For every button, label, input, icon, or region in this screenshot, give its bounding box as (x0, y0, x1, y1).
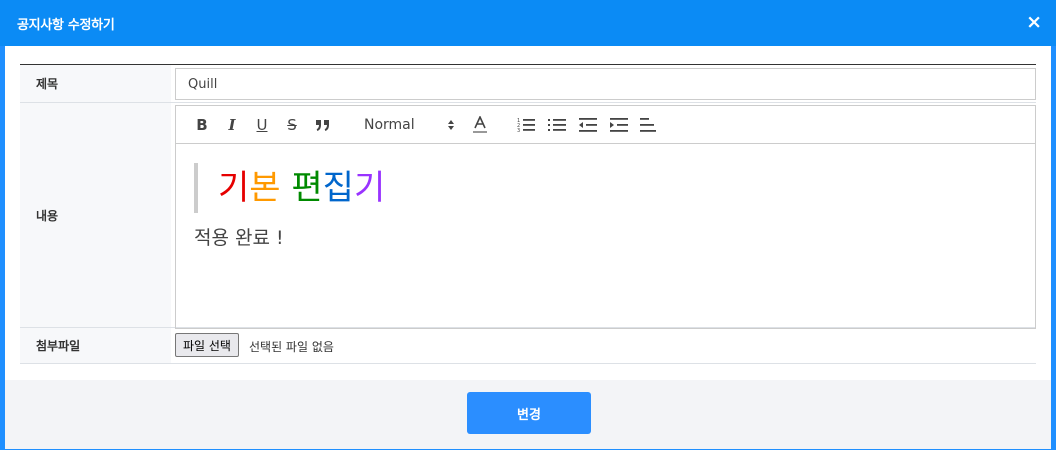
file-select-button[interactable]: 파일 선택 (175, 333, 239, 357)
content-label: 내용 (20, 103, 171, 327)
attachment-label: 첨부파일 (20, 328, 171, 363)
heading-char: 본 (249, 168, 281, 208)
notice-edit-modal: 공지사항 수정하기 × 제목 Quill 내용 B I U S Normal 1… (0, 0, 1056, 450)
select-arrows-icon (448, 120, 454, 130)
italic-icon: I (228, 116, 236, 134)
title-input[interactable]: Quill (175, 68, 1036, 100)
header-select-value: Normal (364, 117, 415, 133)
notice-form: 제목 Quill 내용 B I U S Normal 1 2 3 기본 편집기 … (20, 64, 1036, 364)
strikethrough-icon: S (287, 116, 297, 134)
italic-button[interactable]: I (222, 115, 242, 135)
content-row: 내용 B I U S Normal 1 2 3 기본 편집기 적용 완료 ! (20, 103, 1036, 329)
bold-icon: B (196, 116, 208, 134)
underline-button[interactable]: U (252, 115, 272, 135)
title-row: 제목 Quill (20, 65, 1036, 103)
text-color-icon (473, 116, 487, 133)
outdent-button[interactable] (578, 115, 598, 135)
heading-char: 기 (353, 168, 386, 208)
modal-header: 공지사항 수정하기 × (0, 0, 1056, 46)
svg-text:3: 3 (517, 128, 520, 133)
ordered-list-icon: 1 2 3 (517, 118, 535, 133)
heading-char: 기 (218, 168, 250, 208)
bullet-list-button[interactable] (547, 115, 567, 135)
body-text: 적용 완료 ! (194, 227, 284, 249)
heading-char: 편 (291, 168, 323, 208)
editor-toolbar: B I U S Normal 1 2 3 (176, 106, 1035, 144)
blockquote-button[interactable] (313, 115, 333, 135)
underline-icon: U (256, 116, 268, 134)
strike-button[interactable]: S (282, 115, 302, 135)
ordered-list-button[interactable]: 1 2 3 (516, 115, 536, 135)
title-label: 제목 (20, 65, 171, 102)
heading-char: 집 (322, 168, 354, 208)
indent-icon (610, 118, 628, 132)
rich-text-editor: B I U S Normal 1 2 3 기본 편집기 적용 완료 ! (175, 105, 1036, 329)
header-select[interactable]: Normal (364, 115, 464, 135)
blockquote-heading: 기본 편집기 (194, 163, 385, 213)
align-left-icon (640, 118, 656, 132)
bold-button[interactable]: B (192, 115, 212, 135)
text-color-button[interactable] (470, 115, 490, 135)
outdent-icon (579, 118, 597, 132)
heading-char (281, 168, 292, 208)
editor-content[interactable]: 기본 편집기 적용 완료 ! (176, 145, 1035, 328)
attachment-row: 첨부파일 파일 선택 선택된 파일 없음 (20, 328, 1036, 364)
modal-body: 제목 Quill 내용 B I U S Normal 1 2 3 기본 편집기 … (5, 46, 1051, 380)
file-status-text: 선택된 파일 없음 (249, 340, 334, 354)
modal-footer: 변경 (5, 380, 1051, 449)
submit-button[interactable]: 변경 (467, 392, 591, 434)
indent-button[interactable] (609, 115, 629, 135)
blockquote-icon (316, 120, 329, 131)
align-button[interactable] (639, 115, 659, 135)
modal-title: 공지사항 수정하기 (17, 18, 115, 33)
close-button[interactable]: × (1026, 11, 1042, 33)
bullet-list-icon (548, 119, 566, 131)
